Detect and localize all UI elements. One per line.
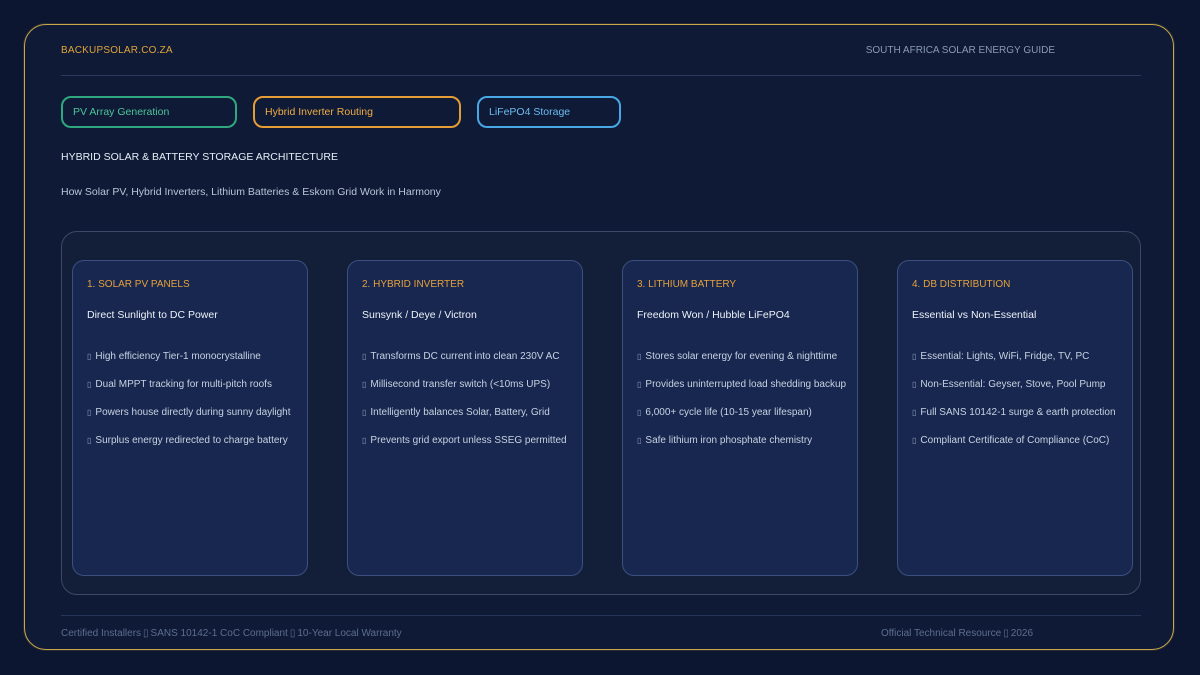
card-lithium-battery: 3. LITHIUM BATTERY Freedom Won / Hubble … xyxy=(622,260,858,576)
page-title: HYBRID SOLAR & BATTERY STORAGE ARCHITECT… xyxy=(61,151,338,163)
bullet-icon: ▯ xyxy=(637,352,642,361)
list-item-text: 6,000+ cycle life (10-15 year lifespan) xyxy=(645,407,812,418)
footer-item: Official Technical Resource xyxy=(881,628,1002,639)
list-item: ▯ Safe lithium iron phosphate chemistry xyxy=(637,435,846,463)
list-item: ▯ Compliant Certificate of Compliance (Co… xyxy=(912,435,1116,463)
list-item-text: Essential: Lights, WiFi, Fridge, TV, PC xyxy=(920,351,1090,362)
bullet-icon: ▯ xyxy=(912,352,917,361)
chip-lifepo4-storage[interactable]: LiFePO4 Storage xyxy=(477,96,621,128)
card-heading: 2. HYBRID INVERTER xyxy=(362,279,465,290)
list-item-text: Safe lithium iron phosphate chemistry xyxy=(645,435,813,446)
chip-pv-array[interactable]: PV Array Generation xyxy=(61,96,237,128)
separator-icon: ▯ xyxy=(289,628,296,639)
bullet-icon: ▯ xyxy=(637,408,642,417)
list-item: ▯ Non-Essential: Geyser, Stove, Pool Pump xyxy=(912,379,1116,407)
card-feature-list: ▯ Transforms DC current into clean 230V A… xyxy=(362,351,567,463)
list-item-text: Full SANS 10142-1 surge & earth protecti… xyxy=(920,407,1116,418)
card-subheading: Essential vs Non-Essential xyxy=(912,309,1037,321)
guide-label: SOUTH AFRICA SOLAR ENERGY GUIDE xyxy=(865,45,1055,56)
footer-divider xyxy=(61,615,1141,616)
bullet-icon: ▯ xyxy=(362,352,367,361)
list-item: ▯ 6,000+ cycle life (10-15 year lifespan) xyxy=(637,407,846,435)
list-item-text: Millisecond transfer switch (<10ms UPS) xyxy=(370,379,551,390)
card-subheading: Sunsynk / Deye / Victron xyxy=(362,309,477,321)
card-feature-list: ▯ Essential: Lights, WiFi, Fridge, TV, PC… xyxy=(912,351,1116,463)
list-item-text: Non-Essential: Geyser, Stove, Pool Pump xyxy=(920,379,1106,390)
bullet-icon: ▯ xyxy=(87,380,92,389)
card-subheading: Direct Sunlight to DC Power xyxy=(87,309,218,321)
list-item-text: Stores solar energy for evening & nightt… xyxy=(645,351,838,362)
bullet-icon: ▯ xyxy=(362,380,367,389)
card-feature-list: ▯ High efficiency Tier-1 monocrystalline … xyxy=(87,351,291,463)
card-hybrid-inverter: 2. HYBRID INVERTER Sunsynk / Deye / Vict… xyxy=(347,260,583,576)
list-item: ▯ Dual MPPT tracking for multi-pitch roof… xyxy=(87,379,291,407)
card-db-distribution: 4. DB DISTRIBUTION Essential vs Non-Esse… xyxy=(897,260,1133,576)
list-item: ▯ Millisecond transfer switch (<10ms UPS) xyxy=(362,379,567,407)
list-item: ▯ Stores solar energy for evening & night… xyxy=(637,351,846,379)
architecture-panel: 1. SOLAR PV PANELS Direct Sunlight to DC… xyxy=(61,231,1141,595)
footer-item: SANS 10142-1 CoC Compliant xyxy=(150,628,288,639)
footer-year: 2026 xyxy=(1010,628,1034,639)
list-item: ▯ Transforms DC current into clean 230V A… xyxy=(362,351,567,379)
separator-icon: ▯ xyxy=(1003,628,1009,639)
separator-icon: ▯ xyxy=(143,628,149,639)
list-item-text: Compliant Certificate of Compliance (CoC… xyxy=(920,435,1110,446)
card-feature-list: ▯ Stores solar energy for evening & night… xyxy=(637,351,846,463)
list-item: ▯ Intelligently balances Solar, Battery, … xyxy=(362,407,567,435)
card-heading: 3. LITHIUM BATTERY xyxy=(637,279,737,290)
list-item: ▯ Prevents grid export unless SSEG permit… xyxy=(362,435,567,463)
list-item: ▯ Powers house directly during sunny dayl… xyxy=(87,407,291,435)
list-item: ▯ Provides uninterrupted load shedding ba… xyxy=(637,379,846,407)
page-subtitle: How Solar PV, Hybrid Inverters, Lithium … xyxy=(61,186,441,198)
list-item: ▯ Surplus energy redirected to charge bat… xyxy=(87,435,291,463)
guide-frame: BACKUPSOLAR.CO.ZA SOUTH AFRICA SOLAR ENE… xyxy=(24,24,1174,650)
bullet-icon: ▯ xyxy=(912,436,917,445)
card-solar-pv: 1. SOLAR PV PANELS Direct Sunlight to DC… xyxy=(72,260,308,576)
footer-item: Certified Installers xyxy=(61,628,142,639)
card-subheading: Freedom Won / Hubble LiFePO4 xyxy=(637,309,790,321)
list-item-text: Provides uninterrupted load shedding bac… xyxy=(645,379,847,390)
bullet-icon: ▯ xyxy=(87,436,92,445)
list-item-text: Prevents grid export unless SSEG permitt… xyxy=(370,435,567,446)
bullet-icon: ▯ xyxy=(912,380,917,389)
footer-resource: Official Technical Resource ▯ 2026 xyxy=(881,628,1033,639)
bullet-icon: ▯ xyxy=(912,408,917,417)
card-heading: 1. SOLAR PV PANELS xyxy=(87,279,190,290)
list-item-text: Dual MPPT tracking for multi-pitch roofs xyxy=(95,379,272,390)
list-item-text: High efficiency Tier-1 monocrystalline xyxy=(95,351,261,362)
list-item: ▯ Essential: Lights, WiFi, Fridge, TV, PC xyxy=(912,351,1116,379)
header-divider xyxy=(61,75,1141,76)
list-item-text: Surplus energy redirected to charge batt… xyxy=(95,435,288,446)
brand-link[interactable]: BACKUPSOLAR.CO.ZA xyxy=(61,45,173,56)
chip-hybrid-inverter[interactable]: Hybrid Inverter Routing xyxy=(253,96,461,128)
bullet-icon: ▯ xyxy=(637,436,642,445)
bullet-icon: ▯ xyxy=(362,408,367,417)
list-item: ▯ High efficiency Tier-1 monocrystalline xyxy=(87,351,291,379)
bullet-icon: ▯ xyxy=(87,408,92,417)
bullet-icon: ▯ xyxy=(87,352,92,361)
bullet-icon: ▯ xyxy=(637,380,642,389)
list-item: ▯ Full SANS 10142-1 surge & earth protect… xyxy=(912,407,1116,435)
footer-credentials: Certified Installers ▯ SANS 10142-1 CoC Co… xyxy=(61,628,402,639)
bullet-icon: ▯ xyxy=(362,436,367,445)
card-heading: 4. DB DISTRIBUTION xyxy=(912,279,1011,290)
list-item-text: Powers house directly during sunny dayli… xyxy=(95,407,291,418)
footer-item: 10-Year Local Warranty xyxy=(297,628,402,639)
list-item-text: Transforms DC current into clean 230V AC xyxy=(370,351,560,362)
list-item-text: Intelligently balances Solar, Battery, G… xyxy=(370,407,550,418)
